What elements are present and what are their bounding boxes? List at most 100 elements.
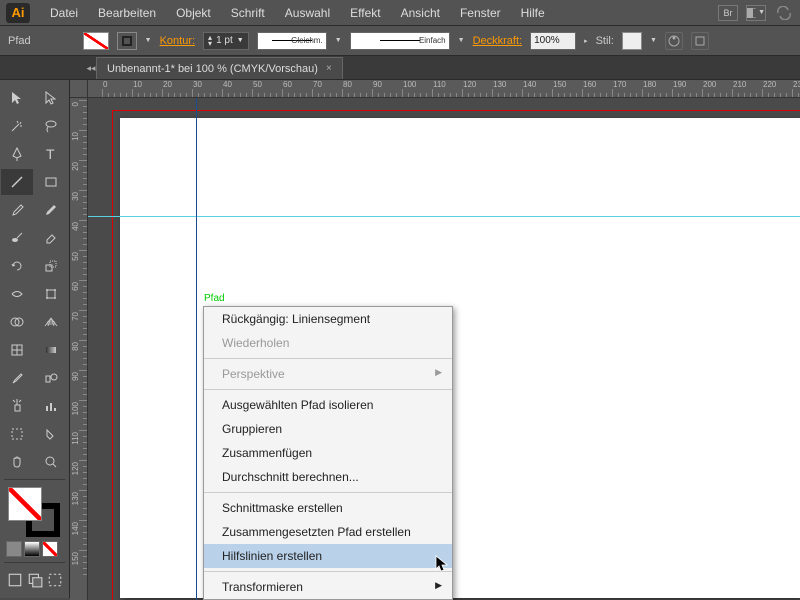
direct-selection-tool[interactable] <box>35 85 67 111</box>
menu-hilfe[interactable]: Hilfe <box>511 2 555 24</box>
blob-brush-tool[interactable] <box>1 225 33 251</box>
column-graph-tool[interactable] <box>35 393 67 419</box>
style-label: Stil: <box>596 35 614 47</box>
workspace-switcher[interactable]: ▼ <box>746 5 766 21</box>
context-menu: Rückgängig: LiniensegmentWiederholenPers… <box>203 306 453 600</box>
draw-mode-normal[interactable] <box>7 571 23 589</box>
menu-datei[interactable]: Datei <box>40 2 88 24</box>
menu-objekt[interactable]: Objekt <box>166 2 221 24</box>
perspective-grid-tool[interactable] <box>35 309 67 335</box>
ruler-v-label: 30 <box>71 192 80 201</box>
shape-builder-tool[interactable] <box>1 309 33 335</box>
profile-dropdown[interactable]: Gleichm. <box>257 32 327 50</box>
scale-tool[interactable] <box>35 253 67 279</box>
ruler-h-label: 100 <box>403 80 416 89</box>
slice-tool[interactable] <box>35 421 67 447</box>
align-panel-icon[interactable] <box>691 32 709 50</box>
menu-schrift[interactable]: Schrift <box>221 2 275 24</box>
context-menu-item[interactable]: Gruppieren <box>204 417 452 441</box>
menubar: Ai DateiBearbeitenObjektSchriftAuswahlEf… <box>0 0 800 26</box>
context-menu-item[interactable]: Durchschnitt berechnen... <box>204 465 452 489</box>
stroke-weight-input[interactable]: ▴▾ 1 pt ▼ <box>203 32 249 50</box>
menu-fenster[interactable]: Fenster <box>450 2 511 24</box>
ruler-origin[interactable] <box>70 80 88 98</box>
ruler-v-label: 20 <box>71 162 80 171</box>
context-menu-separator <box>204 492 452 493</box>
ruler-v-label: 140 <box>71 522 80 535</box>
document-tab-title: Unbenannt-1* bei 100 % (CMYK/Vorschau) <box>107 63 318 75</box>
brush-dropdown[interactable]: Einfach <box>350 32 450 50</box>
ruler-h-label: 150 <box>553 80 566 89</box>
zoom-tool[interactable] <box>35 449 67 475</box>
ruler-v-label: 60 <box>71 282 80 291</box>
close-icon[interactable]: × <box>326 63 332 74</box>
context-menu-item[interactable]: Rückgängig: Liniensegment <box>204 307 452 331</box>
hand-tool[interactable] <box>1 449 33 475</box>
ruler-v-label: 100 <box>71 402 80 415</box>
controlbar: Pfad ▼ Kontur: ▴▾ 1 pt ▼ Gleichm. ▼ Einf… <box>0 26 800 56</box>
type-tool[interactable]: T <box>35 141 67 167</box>
lasso-tool[interactable] <box>35 113 67 139</box>
color-mode-none[interactable] <box>42 541 58 557</box>
draw-mode-behind[interactable] <box>27 571 43 589</box>
fill-box[interactable] <box>8 487 42 521</box>
vertical-guide-selected-path[interactable] <box>196 98 197 600</box>
context-menu-item[interactable]: Transformieren▶ <box>204 575 452 599</box>
line-segment-tool[interactable] <box>1 169 33 195</box>
ruler-v-label: 50 <box>71 252 80 261</box>
horizontal-guide[interactable] <box>88 216 800 217</box>
context-menu-item[interactable]: Schnittmaske erstellen <box>204 496 452 520</box>
bridge-icon[interactable]: Br <box>718 5 738 21</box>
eyedropper-tool[interactable] <box>1 365 33 391</box>
sync-icon[interactable] <box>774 5 794 21</box>
magic-wand-tool[interactable] <box>1 113 33 139</box>
tab-collapse-icon[interactable]: ◂◂ <box>86 57 96 79</box>
brush-label: Einfach <box>419 36 446 45</box>
ruler-horizontal[interactable]: 0102030405060708090100110120130140150160… <box>88 80 800 98</box>
pen-tool[interactable] <box>1 141 33 167</box>
gradient-tool[interactable] <box>35 337 67 363</box>
ruler-h-label: 80 <box>343 80 352 89</box>
opacity-label[interactable]: Deckkraft: <box>473 35 523 47</box>
mesh-tool[interactable] <box>1 337 33 363</box>
color-mode-gradient[interactable] <box>24 541 40 557</box>
context-menu-item: Wiederholen <box>204 331 452 355</box>
style-swatch[interactable] <box>622 32 642 50</box>
blend-tool[interactable] <box>35 365 67 391</box>
context-menu-item[interactable]: Hilfslinien erstellen <box>204 544 452 568</box>
ruler-h-label: 190 <box>673 80 686 89</box>
document-tabbar: ◂◂ Unbenannt-1* bei 100 % (CMYK/Vorschau… <box>0 56 800 80</box>
pencil-tool[interactable] <box>35 197 67 223</box>
document-tab[interactable]: Unbenannt-1* bei 100 % (CMYK/Vorschau) × <box>96 57 343 79</box>
canvas[interactable]: Pfad Rückgängig: LiniensegmentWiederhole… <box>88 98 800 600</box>
symbol-sprayer-tool[interactable] <box>1 393 33 419</box>
recolor-icon[interactable] <box>665 32 683 50</box>
opacity-input[interactable]: 100% <box>530 32 576 50</box>
stroke-label[interactable]: Kontur: <box>160 35 195 47</box>
rectangle-tool[interactable] <box>35 169 67 195</box>
eraser-tool[interactable] <box>35 225 67 251</box>
color-mode-solid[interactable] <box>6 541 22 557</box>
context-menu-item[interactable]: Zusammenfügen <box>204 441 452 465</box>
rotate-tool[interactable] <box>1 253 33 279</box>
fill-stroke-indicator[interactable] <box>0 483 69 539</box>
context-menu-item[interactable]: Zusammengesetzten Pfad erstellen <box>204 520 452 544</box>
menu-auswahl[interactable]: Auswahl <box>275 2 340 24</box>
ruler-h-label: 140 <box>523 80 536 89</box>
fill-swatch[interactable] <box>83 32 109 50</box>
width-tool[interactable] <box>1 281 33 307</box>
ruler-h-label: 10 <box>133 80 142 89</box>
stroke-swatch[interactable] <box>117 32 137 50</box>
draw-mode-inside[interactable] <box>47 571 63 589</box>
menu-ansicht[interactable]: Ansicht <box>391 2 450 24</box>
context-menu-item[interactable]: Ausgewählten Pfad isolieren <box>204 393 452 417</box>
paintbrush-tool[interactable] <box>1 197 33 223</box>
ruler-v-label: 0 <box>71 102 80 106</box>
selection-label: Pfad <box>204 293 225 304</box>
selection-tool[interactable] <box>1 85 33 111</box>
free-transform-tool[interactable] <box>35 281 67 307</box>
menu-effekt[interactable]: Effekt <box>340 2 390 24</box>
artboard-tool[interactable] <box>1 421 33 447</box>
ruler-vertical[interactable]: 0102030405060708090100110120130140150 <box>70 98 88 600</box>
menu-bearbeiten[interactable]: Bearbeiten <box>88 2 166 24</box>
